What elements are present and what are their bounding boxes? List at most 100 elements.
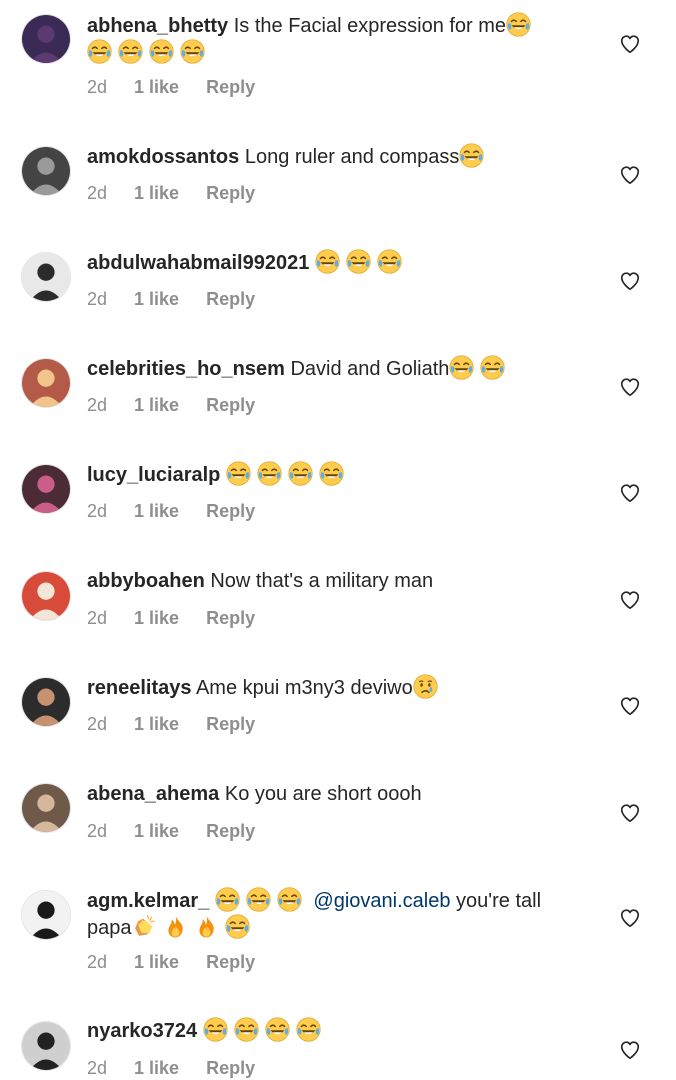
avatar[interactable]: [21, 358, 71, 408]
reply-button[interactable]: Reply: [206, 820, 255, 842]
comment-username[interactable]: reneelitays: [87, 677, 192, 699]
comment-text: abena_ahema Ko you are short oooh: [87, 781, 587, 807]
avatar[interactable]: [21, 14, 71, 64]
laugh-emoji-icon: [234, 1017, 259, 1042]
comment-username[interactable]: amokdossantos: [87, 146, 239, 168]
avatar[interactable]: [21, 252, 71, 302]
like-heart-icon[interactable]: [619, 1039, 641, 1061]
like-count[interactable]: 1 like: [134, 951, 179, 973]
comment-text: celebrities_ho_nsem David and Goliath: [87, 355, 587, 382]
like-count[interactable]: 1 like: [134, 500, 179, 522]
comment-timestamp: 2d: [87, 714, 108, 734]
comment-body: Ko you are short oooh: [224, 783, 422, 805]
laugh-emoji-icon: [288, 461, 313, 486]
like-count[interactable]: 1 like: [134, 1057, 179, 1079]
like-count[interactable]: 1 like: [134, 76, 179, 98]
reply-button[interactable]: Reply: [206, 951, 255, 973]
comment-username[interactable]: agm.kelmar_: [87, 890, 209, 912]
reply-button[interactable]: Reply: [206, 76, 255, 98]
comment-text: lucy_luciaralp: [87, 461, 587, 488]
comment-text: abbyboahen Now that's a military man: [87, 568, 587, 594]
mention-link[interactable]: @giovani.caleb: [313, 890, 450, 912]
laugh-emoji-icon: [319, 461, 344, 486]
avatar[interactable]: [21, 677, 71, 727]
comment-body: Long ruler and compass: [244, 146, 460, 168]
reply-button[interactable]: Reply: [206, 394, 255, 416]
comment-text: agm.kelmar_ @giovani.caleb you're tall pa…: [87, 887, 587, 941]
comment-username[interactable]: abdulwahabmail992021: [87, 252, 309, 274]
like-heart-icon[interactable]: [619, 695, 641, 717]
like-heart-icon[interactable]: [619, 376, 641, 398]
like-count[interactable]: 1 like: [134, 288, 179, 310]
like-heart-icon[interactable]: [619, 164, 641, 186]
fire-emoji-icon: [163, 914, 188, 939]
like-heart-icon[interactable]: [619, 907, 641, 929]
laugh-emoji-icon: [296, 1017, 321, 1042]
like-heart-icon[interactable]: [619, 33, 641, 55]
comment-body: Now that's a military man: [210, 570, 434, 592]
comment-text: nyarko3724: [87, 1017, 587, 1044]
comment-username[interactable]: abbyboahen: [87, 570, 205, 592]
like-heart-icon[interactable]: [619, 270, 641, 292]
fire-emoji-icon: [194, 914, 219, 939]
laugh-emoji-icon: [180, 39, 205, 64]
reply-button[interactable]: Reply: [206, 288, 255, 310]
comment-meta: 2d 1 like Reply: [87, 182, 255, 204]
comment-timestamp: 2d: [87, 289, 108, 309]
comment-username[interactable]: celebrities_ho_nsem: [87, 358, 285, 380]
laugh-emoji-icon: [203, 1017, 228, 1042]
comment-timestamp: 2d: [87, 501, 108, 521]
comment-timestamp: 2d: [87, 821, 108, 841]
avatar[interactable]: [21, 464, 71, 514]
comment-timestamp: 2d: [87, 77, 108, 97]
comment-timestamp: 2d: [87, 952, 108, 972]
comment-meta: 2d 1 like Reply: [87, 820, 255, 842]
comment-username[interactable]: abhena_bhetty: [87, 15, 228, 37]
comment-body: papa: [87, 917, 132, 939]
comment-meta: 2d 1 like Reply: [87, 288, 255, 310]
reply-button[interactable]: Reply: [206, 500, 255, 522]
clap-emoji-icon: [132, 914, 157, 939]
comment-text: abdulwahabmail992021: [87, 249, 587, 276]
laugh-emoji-icon: [226, 461, 251, 486]
like-heart-icon[interactable]: [619, 589, 641, 611]
reply-button[interactable]: Reply: [206, 1057, 255, 1079]
comment-meta: 2d 1 like Reply: [87, 394, 255, 416]
comment-meta: 2d 1 like Reply: [87, 951, 255, 973]
comment-timestamp: 2d: [87, 395, 108, 415]
avatar[interactable]: [21, 783, 71, 833]
comment-meta: 2d 1 like Reply: [87, 713, 255, 735]
laugh-emoji-icon: [346, 249, 371, 274]
reply-button[interactable]: Reply: [206, 713, 255, 735]
laugh-emoji-icon: [265, 1017, 290, 1042]
avatar[interactable]: [21, 1021, 71, 1071]
laugh-emoji-icon: [149, 39, 174, 64]
reply-button[interactable]: Reply: [206, 607, 255, 629]
avatar[interactable]: [21, 571, 71, 621]
like-count[interactable]: 1 like: [134, 713, 179, 735]
laugh-emoji-icon: [315, 249, 340, 274]
comment-username[interactable]: abena_ahema: [87, 783, 219, 805]
reply-button[interactable]: Reply: [206, 182, 255, 204]
like-count[interactable]: 1 like: [134, 394, 179, 416]
like-heart-icon[interactable]: [619, 802, 641, 824]
comment-meta: 2d 1 like Reply: [87, 76, 255, 98]
comment-text: abhena_bhetty Is the Facial expression f…: [87, 12, 587, 66]
laugh-emoji-icon: [225, 914, 250, 939]
comment-timestamp: 2d: [87, 1058, 108, 1078]
like-heart-icon[interactable]: [619, 482, 641, 504]
laugh-emoji-icon: [277, 887, 302, 912]
like-count[interactable]: 1 like: [134, 820, 179, 842]
laugh-emoji-icon: [257, 461, 282, 486]
comment-body: Ame kpui m3ny3 deviwo: [195, 677, 413, 699]
comment-text: amokdossantos Long ruler and compass: [87, 143, 587, 170]
avatar[interactable]: [21, 890, 71, 940]
comment-username[interactable]: lucy_luciaralp: [87, 464, 220, 486]
like-count[interactable]: 1 like: [134, 607, 179, 629]
comment-body: David and Goliath: [290, 358, 450, 380]
like-count[interactable]: 1 like: [134, 182, 179, 204]
comment-timestamp: 2d: [87, 608, 108, 628]
avatar[interactable]: [21, 146, 71, 196]
comment-body: Is the Facial expression for me: [233, 15, 507, 37]
comment-username[interactable]: nyarko3724: [87, 1020, 197, 1042]
